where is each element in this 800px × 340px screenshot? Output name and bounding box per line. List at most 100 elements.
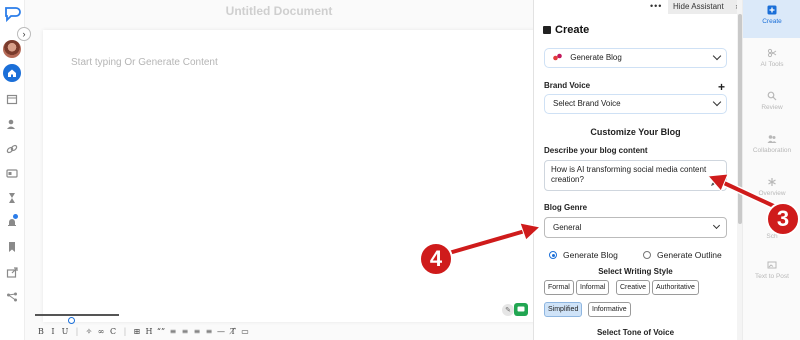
chevron-down-icon [712, 51, 722, 61]
annotation-badge-3: 3 [766, 202, 800, 236]
rail-ai-tools-label: AI Tools [760, 61, 784, 68]
content-type-value: Generate Blog [570, 53, 622, 62]
toolbar-button[interactable]: T̸ [227, 327, 239, 337]
create-square-icon [543, 26, 551, 34]
home-icon[interactable] [3, 64, 21, 82]
genre-select[interactable]: General [544, 217, 727, 238]
workflow-icon[interactable] [5, 290, 19, 304]
notification-dot [13, 214, 18, 219]
rail-ai-tools[interactable]: AI Tools [743, 48, 800, 68]
left-rail [0, 0, 25, 340]
rail-text-to-post-label: Text to Post [755, 273, 789, 280]
toolbar-button[interactable]: C [107, 327, 119, 337]
add-brand-voice-button[interactable]: + [718, 80, 725, 94]
hide-assistant-button[interactable]: Hide Assistant » [668, 0, 743, 14]
style-chip-formal[interactable]: Formal [544, 280, 574, 295]
genre-value: General [553, 223, 582, 232]
collapse-sidebar-button[interactable]: › [17, 27, 31, 41]
genre-label: Blog Genre [544, 203, 588, 212]
rail-create[interactable]: Create [743, 0, 800, 38]
bookmark-icon[interactable] [5, 240, 19, 254]
toolbar-button[interactable]: ∞ [95, 327, 107, 337]
calendar-icon[interactable] [5, 92, 19, 106]
document-title[interactable]: Untitled Document [25, 4, 533, 18]
style-chip-creative[interactable]: Creative [616, 280, 651, 295]
rail-create-label: Create [762, 18, 782, 25]
toolbar-button[interactable]: H [143, 327, 155, 337]
rail-overview-label: Overview [758, 190, 786, 197]
app-root: › Untitled Document Start typing Or Gene… [0, 0, 800, 340]
toolbar-button[interactable]: ≡ [179, 327, 191, 337]
rail-text-to-post[interactable]: Text to Post [743, 260, 800, 280]
hide-assistant-label: Hide Assistant [673, 2, 724, 11]
toolbar-button[interactable]: — [215, 327, 227, 337]
rail-collaboration[interactable]: Collaboration [743, 134, 800, 154]
rail-review[interactable]: Review [743, 91, 800, 111]
style-chip-informal[interactable]: Informal [576, 280, 610, 295]
zoom-slider-handle[interactable] [68, 317, 75, 324]
create-title: Create [555, 24, 590, 36]
annotation-badge-4: 4 [419, 242, 453, 276]
content-type-select[interactable]: Generate Blog [544, 48, 727, 68]
toolbar-button[interactable]: B [35, 327, 47, 337]
user-edit-icon[interactable] [5, 117, 19, 131]
toolbar-button[interactable]: I [47, 327, 59, 337]
pencil-icon[interactable] [710, 178, 719, 187]
hourglass-icon[interactable] [5, 191, 19, 205]
search-icon [767, 91, 777, 101]
share-icon[interactable] [5, 265, 19, 279]
more-options-icon[interactable]: ••• [650, 1, 662, 11]
toolbar-button[interactable]: “” [155, 327, 167, 337]
radio-generate-blog[interactable]: Generate Blog [549, 250, 618, 260]
scissors-icon [767, 48, 777, 58]
describe-textarea[interactable]: How is AI transforming social media cont… [544, 160, 727, 191]
style-chip-informative[interactable]: Informative [588, 302, 631, 317]
radio-unselected-icon [643, 251, 651, 259]
chat-float-button[interactable] [514, 303, 528, 316]
format-toolbar: B I U | ✧ ∞ C | ⊞ H “” ≡ ≡ ≡ ≡ — T̸ ▭ [35, 327, 251, 337]
toolbar-button[interactable]: ≡ [167, 327, 179, 337]
toolbar-button[interactable]: U [59, 327, 71, 337]
toolbar-button[interactable]: ≡ [203, 327, 215, 337]
radio-selected-icon [549, 251, 557, 259]
style-chip-simplified[interactable]: Simplified [544, 302, 583, 317]
chevron-down-icon [712, 97, 722, 107]
asterisk-icon [768, 178, 776, 186]
card-icon[interactable] [5, 166, 19, 180]
rail-review-label: Review [761, 104, 783, 111]
toolbar-button[interactable]: ⊞ [131, 327, 143, 337]
chevron-down-icon [712, 221, 721, 230]
radio-outline-label: Generate Outline [657, 250, 722, 260]
writing-style-title: Select Writing Style [598, 267, 673, 276]
editor-page[interactable]: Start typing Or Generate Content [43, 30, 554, 322]
plus-square-icon [767, 5, 777, 15]
link-icon[interactable] [5, 142, 19, 156]
rail-collaboration-label: Collaboration [752, 147, 792, 154]
brand-voice-value: Select Brand Voice [553, 99, 621, 108]
tone-title: Select Tone of Voice [596, 328, 675, 337]
app-logo-icon[interactable] [3, 6, 21, 24]
rail-overview[interactable]: Overview [743, 177, 800, 197]
radio-blog-label: Generate Blog [563, 250, 618, 260]
brand-voice-label: Brand Voice [544, 81, 591, 90]
image-icon [767, 261, 777, 269]
toolbar-button[interactable]: ≡ [191, 327, 203, 337]
radio-generate-outline[interactable]: Generate Outline [643, 250, 722, 260]
editor-area: Untitled Document Start typing Or Genera… [25, 0, 554, 340]
style-chip-authoritative[interactable]: Authoritative [652, 280, 699, 295]
toolbar-separator: | [75, 327, 79, 336]
users-icon [767, 135, 777, 143]
customize-title: Customize Your Blog [590, 127, 681, 137]
toolbar-button[interactable]: ▭ [239, 327, 251, 337]
create-heading: Create [543, 24, 589, 36]
blog-type-icon [553, 53, 562, 61]
user-avatar[interactable] [3, 40, 21, 58]
describe-label: Describe your blog content [544, 146, 648, 155]
toolbar-button[interactable]: ✧ [83, 327, 95, 337]
assistant-panel: ••• Hide Assistant » Create Generate Blo… [533, 0, 743, 340]
toolbar-separator: | [123, 327, 127, 336]
brand-voice-select[interactable]: Select Brand Voice [544, 94, 727, 114]
zoom-slider-track[interactable] [35, 314, 119, 316]
editor-placeholder: Start typing Or Generate Content [71, 57, 218, 68]
edit-float-icon[interactable]: ✎ [502, 304, 514, 316]
